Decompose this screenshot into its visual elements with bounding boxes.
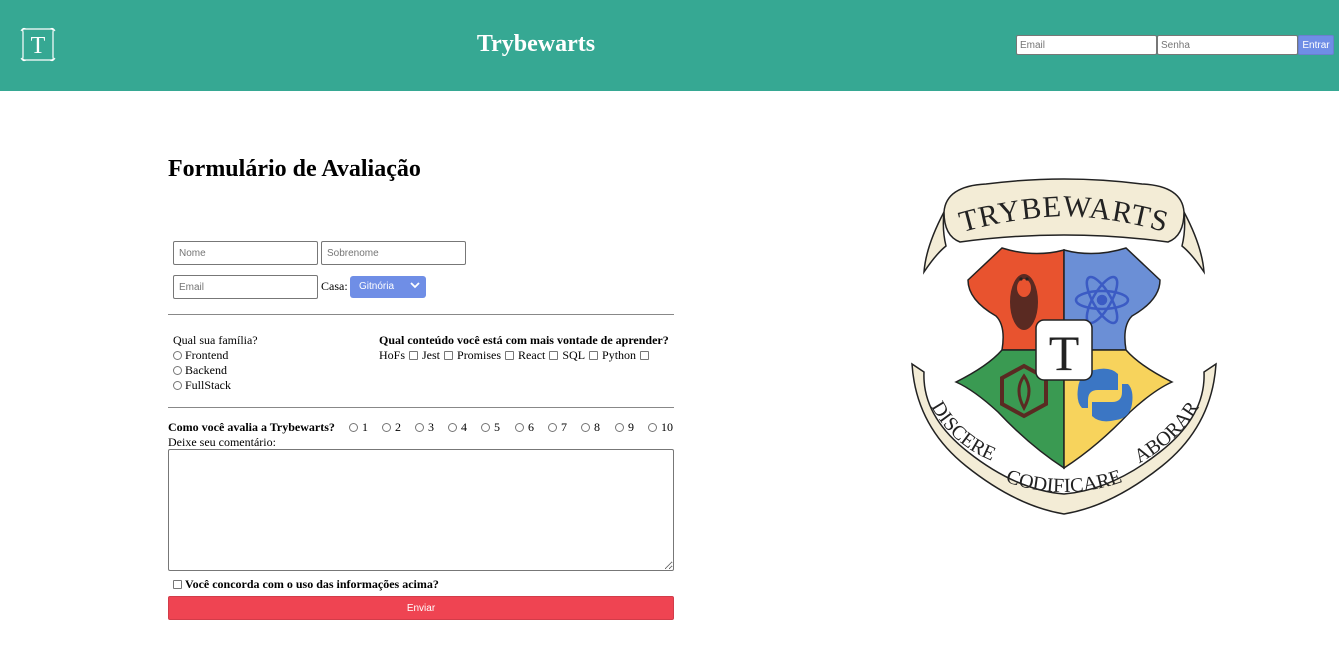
- house-label: Casa:: [321, 279, 348, 293]
- login-form: Entrar: [1016, 35, 1334, 55]
- rating-label: 9: [628, 420, 634, 434]
- agreement-checkbox-row[interactable]: Você concorda com o uso das informações …: [173, 577, 439, 592]
- house-select-value: Gitnória: [359, 281, 395, 292]
- form-title: Formulário de Avaliação: [168, 156, 421, 182]
- top-header: T Trybewarts Entrar: [0, 0, 1339, 91]
- radio-button[interactable]: [581, 423, 590, 432]
- radio-button[interactable]: [173, 381, 182, 390]
- rating-label: 5: [494, 420, 500, 434]
- subject-checkbox-python[interactable]: [640, 351, 650, 360]
- radio-button[interactable]: [349, 423, 358, 432]
- agreement-checkbox[interactable]: [173, 580, 182, 589]
- banner-left-tail: [923, 211, 947, 275]
- rating-label: 10: [661, 420, 673, 434]
- radio-button[interactable]: [173, 351, 182, 360]
- subjects-group: Qual conteúdo você está com mais vontade…: [379, 333, 669, 363]
- rating-label: 4: [461, 420, 467, 434]
- rating-option-7[interactable]: 7: [548, 420, 581, 435]
- subject-label-python: Python: [602, 348, 637, 362]
- subject-label-sql: SQL: [562, 348, 586, 362]
- subject-checkbox-promises[interactable]: [505, 351, 515, 360]
- rating-label: 8: [594, 420, 600, 434]
- family-question: Qual sua família?: [173, 333, 258, 347]
- family-option-frontend[interactable]: Frontend: [173, 348, 258, 363]
- radio-button[interactable]: [382, 423, 391, 432]
- subject-label-hofs: HoFs: [379, 348, 406, 362]
- rating-option-2[interactable]: 2: [382, 420, 415, 435]
- agreement-label: Você concorda com o uso das informações …: [185, 577, 439, 591]
- rating-option-9[interactable]: 9: [615, 420, 648, 435]
- login-submit-button[interactable]: Entrar: [1298, 35, 1334, 55]
- radio-button[interactable]: [448, 423, 457, 432]
- rating-label: 7: [561, 420, 567, 434]
- subjects-options: HoFs Jest Promises React SQL Python: [379, 348, 669, 363]
- family-group: Qual sua família? Frontend Backend FullS…: [173, 333, 258, 393]
- linux-penguin-icon: [1010, 274, 1038, 330]
- rating-option-8[interactable]: 8: [581, 420, 615, 435]
- rating-option-3[interactable]: 3: [415, 420, 448, 435]
- submit-button[interactable]: Enviar: [168, 596, 674, 620]
- family-option-fullstack[interactable]: FullStack: [173, 378, 258, 393]
- subjects-question: Qual conteúdo você está com mais vontade…: [379, 333, 669, 347]
- rating-label: 2: [395, 420, 401, 434]
- subject-label-react: React: [518, 348, 546, 362]
- rating-group: Como você avalia a Trybewarts? 1 2 3 4 5…: [168, 420, 673, 435]
- radio-button[interactable]: [481, 423, 490, 432]
- divider: [168, 314, 674, 315]
- family-option-label: FullStack: [185, 378, 232, 392]
- comment-label: Deixe seu comentário:: [168, 435, 276, 449]
- radio-button[interactable]: [615, 423, 624, 432]
- family-option-label: Frontend: [185, 348, 229, 362]
- radio-button[interactable]: [515, 423, 524, 432]
- login-email-input[interactable]: [1016, 35, 1157, 55]
- radio-button[interactable]: [415, 423, 424, 432]
- rating-label: 1: [362, 420, 368, 434]
- rating-option-6[interactable]: 6: [515, 420, 548, 435]
- comment-textarea[interactable]: [168, 449, 674, 571]
- crest-center-letter: T: [1049, 325, 1080, 381]
- login-password-input[interactable]: [1157, 35, 1298, 55]
- subject-label-jest: Jest: [422, 348, 441, 362]
- radio-button[interactable]: [173, 366, 182, 375]
- house-select[interactable]: Gitnória: [350, 276, 426, 298]
- subject-checkbox-jest[interactable]: [444, 351, 454, 360]
- rating-option-5[interactable]: 5: [481, 420, 515, 435]
- rating-option-10[interactable]: 10: [648, 420, 673, 435]
- radio-button[interactable]: [548, 423, 557, 432]
- brand-title: Trybewarts: [476, 31, 596, 57]
- rating-label: 3: [428, 420, 434, 434]
- name-input[interactable]: [173, 241, 318, 265]
- trybewarts-crest-image: TRYBEWARTS DISCERE CODIFICARE LABORARE T: [906, 176, 1217, 515]
- chevron-down-icon: [410, 280, 420, 293]
- family-option-label: Backend: [185, 363, 227, 377]
- email-input[interactable]: [173, 275, 318, 299]
- radio-button[interactable]: [648, 423, 657, 432]
- rating-option-4[interactable]: 4: [448, 420, 481, 435]
- rating-question: Como você avalia a Trybewarts?: [168, 420, 335, 434]
- family-option-backend[interactable]: Backend: [173, 363, 258, 378]
- subject-checkbox-hofs[interactable]: [409, 351, 419, 360]
- subject-checkbox-sql[interactable]: [589, 351, 599, 360]
- rating-label: 6: [528, 420, 534, 434]
- divider: [168, 407, 674, 408]
- subject-label-promises: Promises: [457, 348, 502, 362]
- banner-right-tail: [1181, 211, 1205, 275]
- lastname-input[interactable]: [321, 241, 466, 265]
- subject-checkbox-react[interactable]: [549, 351, 559, 360]
- rating-option-1[interactable]: 1: [349, 420, 382, 435]
